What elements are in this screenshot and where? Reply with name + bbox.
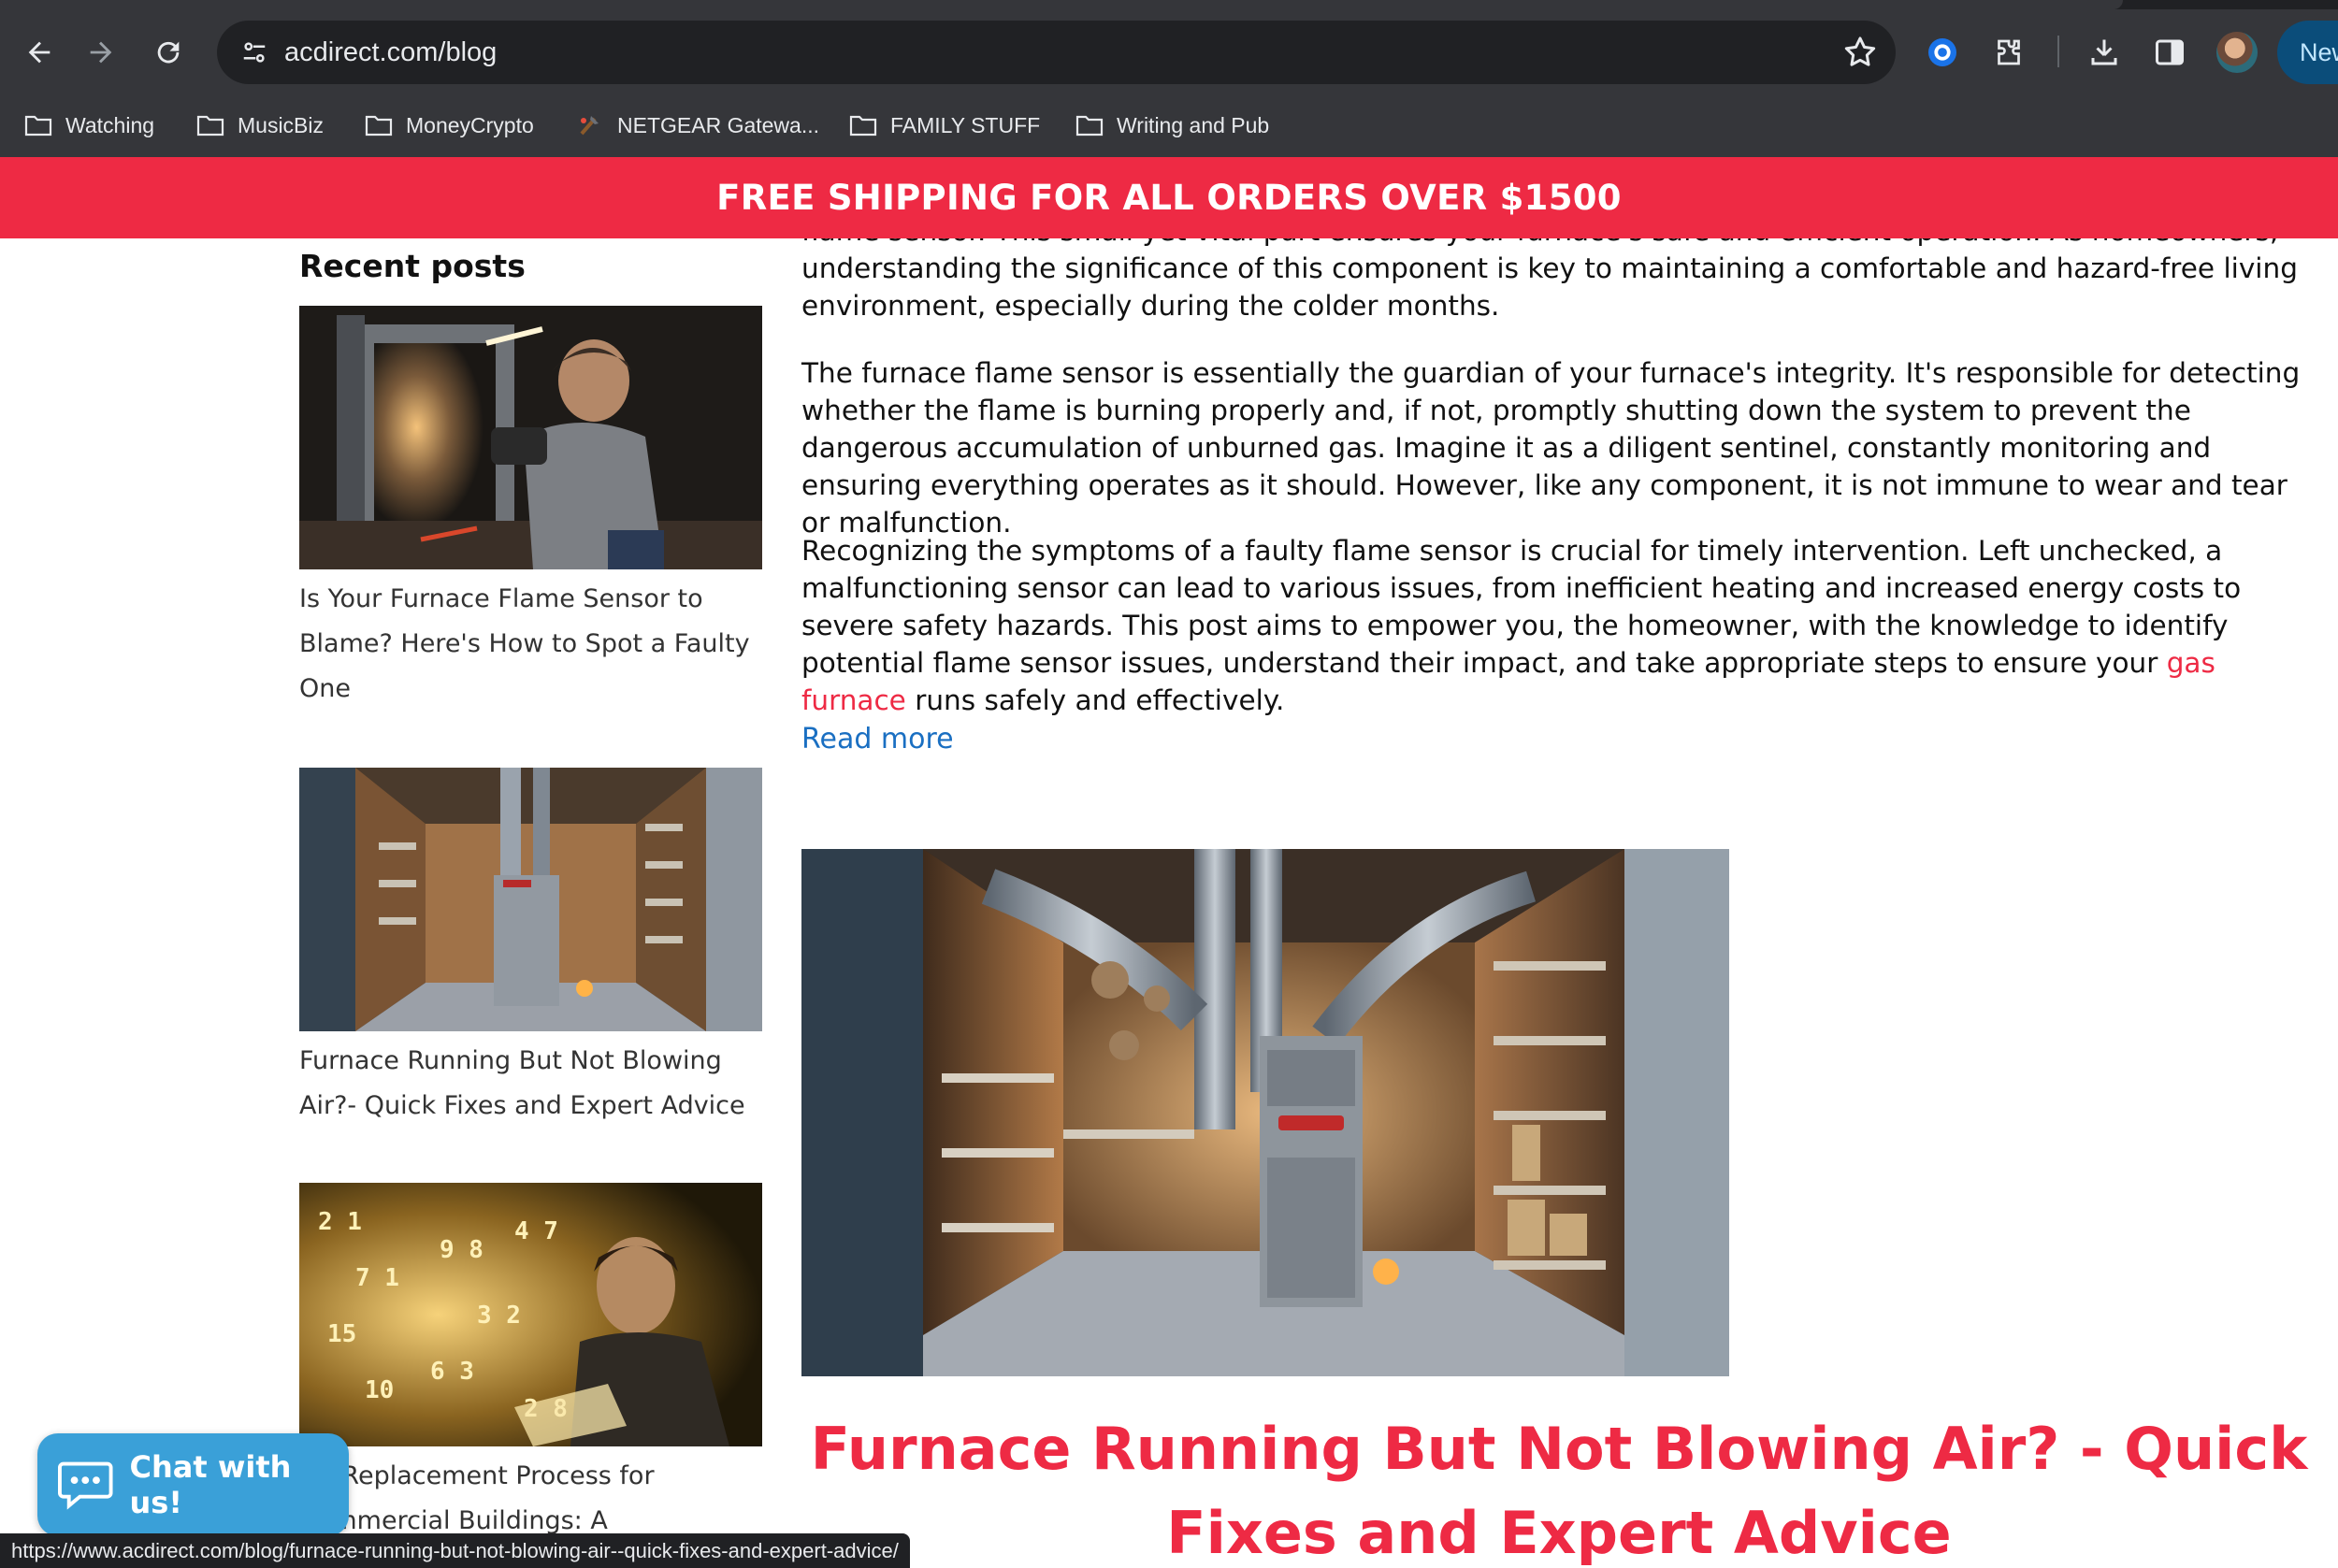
svg-text:2 1: 2 1 xyxy=(318,1208,362,1236)
back-arrow-icon xyxy=(28,41,51,64)
tab-strip xyxy=(0,0,2338,9)
bookmark-label: MusicBiz xyxy=(238,112,325,137)
folder-icon xyxy=(849,115,877,137)
bookmark-netgear[interactable]: NETGEAR Gatewa... xyxy=(576,103,819,148)
folder-icon xyxy=(196,115,224,137)
address-bar[interactable]: acdirect.com/blog xyxy=(217,21,1896,84)
folder-icon xyxy=(1075,115,1104,137)
paragraph-3-text: Recognizing the symptoms of a faulty fla… xyxy=(801,535,2242,679)
side-panel-button[interactable] xyxy=(2149,32,2190,73)
profile-avatar[interactable] xyxy=(2216,32,2258,73)
furnace-room-image xyxy=(801,849,1729,1376)
svg-text:15: 15 xyxy=(327,1320,356,1348)
forward-button[interactable] xyxy=(73,24,129,80)
site-info-button[interactable] xyxy=(232,30,277,75)
folder-icon xyxy=(365,115,393,137)
extension-button[interactable] xyxy=(1922,32,1963,73)
download-icon xyxy=(2091,39,2117,65)
furnace-room-hero-image[interactable] xyxy=(801,849,1729,1376)
url-text[interactable]: acdirect.com/blog xyxy=(284,21,497,84)
chat-bubble-icon xyxy=(58,1461,113,1510)
bookmark-label: MoneyCrypto xyxy=(406,112,534,137)
svg-text:10: 10 xyxy=(365,1376,394,1404)
recent-post-card[interactable]: 2 17 115 109 83 2 6 34 72 8 AC Replaceme… xyxy=(299,1183,762,1544)
new-chrome-button[interactable]: New xyxy=(2277,21,2338,84)
next-article-title[interactable]: Furnace Running But Not Blowing Air? - Q… xyxy=(801,1407,2316,1568)
recent-post-title[interactable]: Furnace Running But Not Blowing Air?- Qu… xyxy=(299,1039,762,1129)
reload-icon xyxy=(157,41,180,64)
post-thumbnail-data-analyst[interactable]: 2 17 115 109 83 2 6 34 72 8 xyxy=(299,1183,762,1446)
forward-arrow-icon xyxy=(90,41,112,64)
svg-text:4 7: 4 7 xyxy=(514,1217,558,1245)
post-thumbnail-furnace-room[interactable] xyxy=(299,768,762,1031)
bookmark-watching[interactable]: Watching xyxy=(24,103,154,148)
article-paragraph-2: The furnace flame sensor is essentially … xyxy=(801,357,2301,539)
chat-with-us-button[interactable]: Chat with us! xyxy=(37,1433,349,1536)
back-button[interactable] xyxy=(11,24,67,80)
page-content: Recent posts Is Your Furnace Flame Senso… xyxy=(0,238,2338,1568)
bookmark-label: Watching xyxy=(65,112,155,137)
svg-text:9 8: 9 8 xyxy=(440,1236,483,1264)
bookmark-moneycrypto[interactable]: MoneyCrypto xyxy=(365,103,534,148)
side-panel-icon xyxy=(2156,39,2184,65)
browser-chrome: acdirect.com/blog New Watching MusicBiz … xyxy=(0,0,2338,157)
recent-posts-heading: Recent posts xyxy=(299,248,526,284)
folder-icon xyxy=(24,115,52,137)
puzzle-icon xyxy=(1998,39,2020,65)
svg-text:6 3: 6 3 xyxy=(430,1358,474,1386)
reload-button[interactable] xyxy=(140,24,196,80)
bookmark-label: FAMILY STUFF xyxy=(890,112,1041,137)
free-shipping-banner: FREE SHIPPING FOR ALL ORDERS OVER $1500 xyxy=(0,157,2338,238)
toolbar-separator xyxy=(2057,36,2059,67)
read-more-link[interactable]: Read more xyxy=(801,723,954,755)
bookmark-writing-and-pub[interactable]: Writing and Pub xyxy=(1075,103,1269,148)
bookmark-label: Writing and Pub xyxy=(1117,112,1270,137)
downloads-button[interactable] xyxy=(2084,32,2125,73)
bookmarks-bar: Watching MusicBiz MoneyCrypto NETGEAR Ga… xyxy=(0,103,2338,148)
post-thumbnail-technician[interactable] xyxy=(299,306,762,569)
furnace-room-thumbnail-image xyxy=(299,768,762,1031)
article-paragraph-3: Recognizing the symptoms of a faulty fla… xyxy=(801,532,2316,719)
recent-post-card[interactable]: Furnace Running But Not Blowing Air?- Qu… xyxy=(299,768,762,1129)
article-partial-line: flame sensor. This small yet vital part … xyxy=(801,238,2316,250)
recent-post-title[interactable]: AC Replacement Process for Commercial Bu… xyxy=(299,1454,762,1544)
bookmark-family-stuff[interactable]: FAMILY STUFF xyxy=(849,103,1040,148)
bookmark-label: NETGEAR Gatewa... xyxy=(617,112,820,137)
netgear-favicon-icon xyxy=(580,116,599,136)
active-tab[interactable] xyxy=(0,0,2123,9)
bookmark-star-icon[interactable] xyxy=(1841,34,1879,71)
bookmark-musicbiz[interactable]: MusicBiz xyxy=(196,103,324,148)
tune-icon xyxy=(243,42,266,63)
article-paragraph-1: understanding the significance of this c… xyxy=(801,252,2298,322)
svg-text:3 2: 3 2 xyxy=(477,1302,521,1330)
recent-post-title[interactable]: Is Your Furnace Flame Sensor to Blame? H… xyxy=(299,577,762,712)
recent-post-card[interactable]: Is Your Furnace Flame Sensor to Blame? H… xyxy=(299,306,762,712)
extension-circle-icon xyxy=(1928,38,1956,66)
data-analyst-image: 2 17 115 109 83 2 6 34 72 8 xyxy=(299,1183,762,1446)
link-status-bar: https://www.acdirect.com/blog/furnace-ru… xyxy=(0,1533,910,1568)
technician-furnace-image xyxy=(299,306,762,569)
extensions-menu-button[interactable] xyxy=(1988,32,2029,73)
paragraph-3-text-end: runs safely and effectively. xyxy=(905,684,1285,716)
chat-label: Chat with us! xyxy=(129,1449,292,1520)
svg-text:7 1: 7 1 xyxy=(355,1264,399,1292)
